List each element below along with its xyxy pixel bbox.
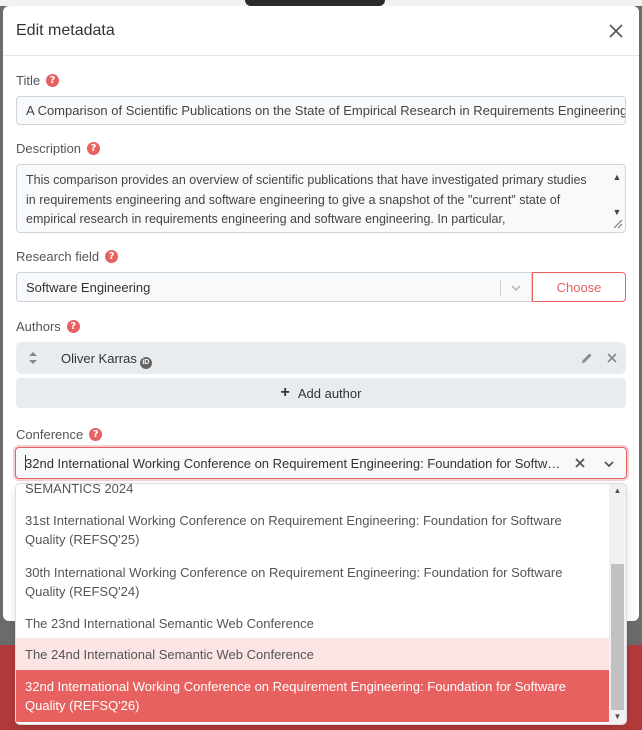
conference-option[interactable]: 30th International Working Conference on… xyxy=(16,559,609,605)
modal-body: Title ? A Comparison of Scientific Publi… xyxy=(3,73,639,442)
help-icon[interactable]: ? xyxy=(46,74,60,87)
description-text: This comparison provides an overview of … xyxy=(26,173,587,226)
close-button[interactable] xyxy=(606,21,626,41)
research-field-row: Software Engineering Choose xyxy=(16,272,626,302)
textarea-scrollbar[interactable]: ▲ ▼ xyxy=(611,167,623,231)
conference-option[interactable]: 31st International Working Conference on… xyxy=(16,507,609,553)
resize-handle-icon[interactable] xyxy=(612,218,623,229)
authors-label-row: Authors ? xyxy=(16,319,626,334)
scroll-down-icon[interactable]: ▼ xyxy=(611,203,623,217)
description-textarea[interactable]: This comparison provides an overview of … xyxy=(16,164,626,233)
scrollbar-thumb[interactable] xyxy=(611,564,624,710)
menu-scrollbar[interactable]: ▲ ▼ xyxy=(609,484,626,724)
title-label-row: Title ? xyxy=(16,73,626,88)
conference-label-row: Conference ? xyxy=(16,427,626,442)
orcid-icon[interactable]: iD xyxy=(139,356,152,369)
description-label-row: Description ? xyxy=(16,141,626,156)
remove-icon[interactable] xyxy=(606,352,618,364)
help-icon[interactable]: ? xyxy=(87,142,101,155)
author-name-text: Oliver Karras xyxy=(61,351,137,366)
choose-research-field-button[interactable]: Choose xyxy=(532,272,626,302)
modal-header: Edit metadata xyxy=(3,6,639,56)
research-field-label: Research field xyxy=(16,249,100,264)
title-input[interactable]: A Comparison of Scientific Publications … xyxy=(16,96,626,125)
conference-options-menu: SEMANTICS 2024 31st International Workin… xyxy=(16,484,626,724)
author-name: Oliver Karras iD xyxy=(61,351,152,369)
scroll-up-icon[interactable]: ▲ xyxy=(611,168,623,182)
help-icon[interactable]: ? xyxy=(89,428,103,441)
conference-select[interactable]: 32nd International Working Conference on… xyxy=(15,447,627,479)
conference-option-hovered[interactable]: The 24nd International Semantic Web Conf… xyxy=(16,638,609,670)
help-icon[interactable]: ? xyxy=(66,320,80,333)
help-icon[interactable]: ? xyxy=(105,250,119,263)
scroll-up-icon[interactable]: ▲ xyxy=(609,484,626,498)
pencil-icon[interactable] xyxy=(580,351,594,365)
conference-value: 32nd International Working Conference on… xyxy=(25,456,565,471)
modal-title: Edit metadata xyxy=(16,21,115,39)
plus-icon: + xyxy=(280,384,290,401)
authors-label: Authors xyxy=(16,319,61,334)
drag-handle-icon[interactable] xyxy=(28,351,38,365)
research-field-select[interactable]: Software Engineering xyxy=(16,272,532,302)
research-field-value: Software Engineering xyxy=(26,279,151,295)
research-field-label-row: Research field ? xyxy=(16,249,626,264)
clear-icon[interactable] xyxy=(574,457,586,469)
conference-option-selected[interactable]: 32nd International Working Conference on… xyxy=(16,670,609,722)
conference-option[interactable]: SEMANTICS 2024 xyxy=(16,484,609,499)
conference-label: Conference xyxy=(16,427,84,442)
close-icon xyxy=(609,23,623,38)
chevron-down-icon[interactable] xyxy=(509,281,523,295)
author-item[interactable]: Oliver Karras iD xyxy=(16,342,626,374)
chevron-down-icon[interactable] xyxy=(602,457,616,471)
text-cursor xyxy=(25,455,26,470)
title-label: Title xyxy=(16,73,41,88)
select-separator xyxy=(500,280,501,296)
scroll-down-icon[interactable]: ▼ xyxy=(609,710,626,724)
add-author-label: Add author xyxy=(297,385,362,401)
conference-option[interactable]: The 23nd International Semantic Web Conf… xyxy=(16,608,609,639)
add-author-button[interactable]: + Add author xyxy=(16,378,626,408)
description-label: Description xyxy=(16,141,82,156)
